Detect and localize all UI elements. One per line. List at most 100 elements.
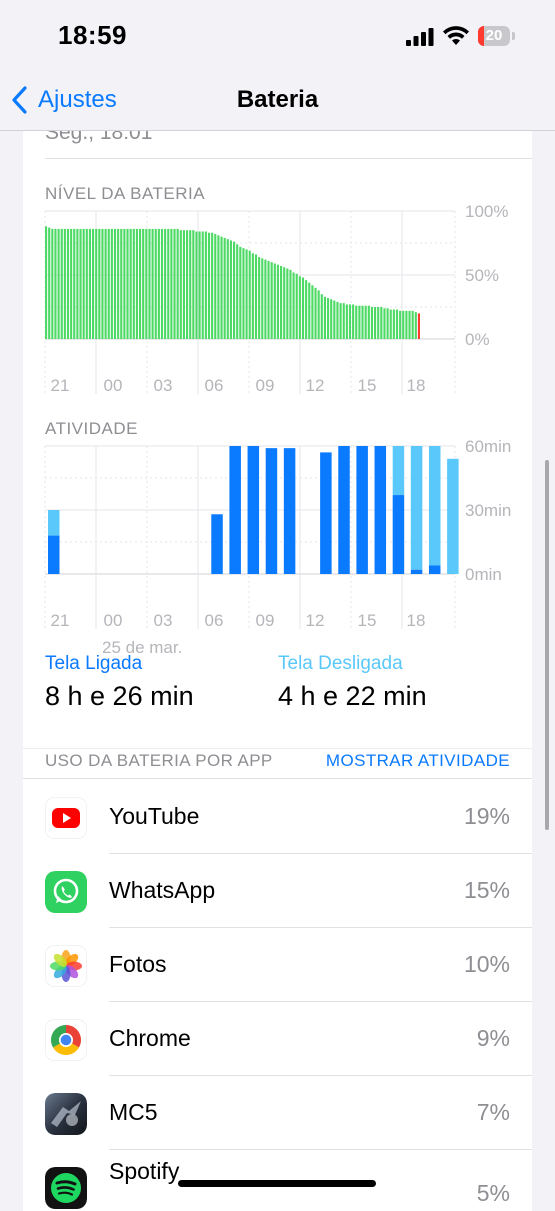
screen-on-label: Tela Ligada (45, 653, 143, 674)
battery-bar (142, 228, 145, 339)
battery-bar (370, 307, 373, 339)
app-percent: 9% (476, 1025, 510, 1051)
battery-bar (264, 259, 267, 339)
activity-bar-screen-on (320, 452, 332, 574)
battery-bar (301, 277, 305, 339)
x-tick-label: 03 (154, 611, 173, 630)
battery-bar (342, 303, 345, 339)
battery-bar (70, 228, 73, 339)
battery-bar (182, 230, 185, 339)
screen-off-label: Tela Desligada (278, 653, 403, 674)
battery-bar (358, 305, 361, 339)
battery-bar (198, 231, 201, 339)
battery-bar (179, 230, 182, 339)
app-row-mc5[interactable]: MC5 7% (23, 1076, 532, 1150)
activity-bar-screen-on (428, 565, 441, 574)
activity-bar-screen-on (410, 569, 423, 574)
y-tick-label: 50% (465, 266, 499, 285)
battery-bar (295, 273, 298, 339)
app-row-youtube[interactable]: YouTube 19% (23, 780, 532, 854)
battery-bar (276, 264, 279, 339)
x-tick-label: 09 (256, 611, 275, 630)
battery-bar (367, 305, 370, 339)
battery-bar (151, 228, 154, 339)
page-title: Bateria (236, 86, 319, 113)
activity-chart-svg: 60min30min0min21 00 03 06 09 12 15 1825 de mar. (44, 437, 511, 657)
x-tick-label: 15 (358, 376, 377, 395)
battery-bar (223, 237, 226, 339)
battery-bar (414, 312, 417, 339)
battery-bar (361, 305, 364, 339)
battery-bar (160, 228, 164, 339)
battery-bar (270, 262, 273, 339)
activity-bar-screen-on (374, 446, 387, 574)
app-percent: 15% (463, 877, 510, 903)
battery-bar (120, 228, 123, 339)
app-row-fotos[interactable]: Fotos 10% (23, 928, 532, 1002)
battery-bar (355, 305, 358, 339)
battery-bar (170, 228, 173, 339)
battery-icon: 20 (478, 26, 516, 48)
battery-bar (408, 310, 411, 339)
battery-bar (320, 294, 323, 339)
battery-bar (195, 231, 198, 339)
battery-bar (333, 300, 336, 339)
battery-bar (389, 309, 392, 339)
x-tick-label: 15 (358, 611, 377, 630)
battery-bar (60, 228, 63, 339)
battery-bar (63, 228, 66, 339)
battery-bar (364, 305, 367, 339)
battery-bar (417, 313, 420, 339)
app-name: YouTube (109, 803, 200, 829)
battery-bar (380, 307, 383, 339)
section-divider (23, 748, 532, 749)
x-tick-label: 12 (306, 611, 325, 630)
battery-bar (292, 272, 295, 339)
battery-bar (261, 258, 264, 339)
battery-bar (411, 310, 414, 339)
app-name: Fotos (109, 951, 167, 977)
battery-bar (289, 269, 292, 339)
chrome-icon (45, 1019, 87, 1061)
show-activity-button[interactable]: MOSTRAR ATIVIDADE (326, 751, 510, 771)
x-tick-label: 18 (407, 376, 426, 395)
battery-bar (336, 301, 339, 339)
battery-bar (254, 254, 258, 339)
battery-bar (76, 228, 79, 339)
y-tick-label: 0% (465, 330, 490, 349)
battery-bar (139, 228, 142, 339)
scrollbar[interactable] (545, 460, 549, 830)
mc5-icon (45, 1093, 87, 1135)
x-tick-label: 18 (407, 611, 426, 630)
battery-percent: 20 (485, 27, 503, 44)
battery-bar (167, 228, 170, 339)
battery-bar (242, 248, 245, 339)
app-percent: 19% (463, 803, 510, 829)
battery-bar (110, 228, 113, 339)
x-tick-label: 03 (154, 376, 173, 395)
battery-bar (211, 232, 214, 339)
activity-bar-screen-off (48, 510, 60, 536)
battery-bar (189, 230, 192, 339)
battery-bar (226, 239, 229, 339)
x-tick-label: 21 (51, 611, 70, 630)
x-tick-label: 06 (205, 611, 224, 630)
battery-bar (207, 232, 211, 339)
battery-bar (245, 249, 248, 339)
app-row-whatsapp[interactable]: WhatsApp 15% (23, 854, 532, 928)
activity-bar-screen-on (283, 448, 296, 574)
app-row-chrome[interactable]: Chrome 9% (23, 1002, 532, 1076)
battery-bar (286, 268, 289, 339)
battery-bar (377, 307, 380, 339)
battery-bar (386, 308, 389, 339)
home-indicator[interactable] (178, 1180, 376, 1187)
battery-bar (283, 267, 286, 339)
battery-bar (98, 228, 101, 339)
battery-bar (399, 310, 402, 339)
activity-label: ATIVIDADE (45, 419, 138, 438)
battery-bar (145, 228, 148, 339)
battery-bar (48, 227, 51, 339)
battery-level-label: NÍVEL DA BATERIA (45, 184, 206, 203)
battery-bar (317, 290, 320, 339)
battery-bar (214, 234, 217, 339)
